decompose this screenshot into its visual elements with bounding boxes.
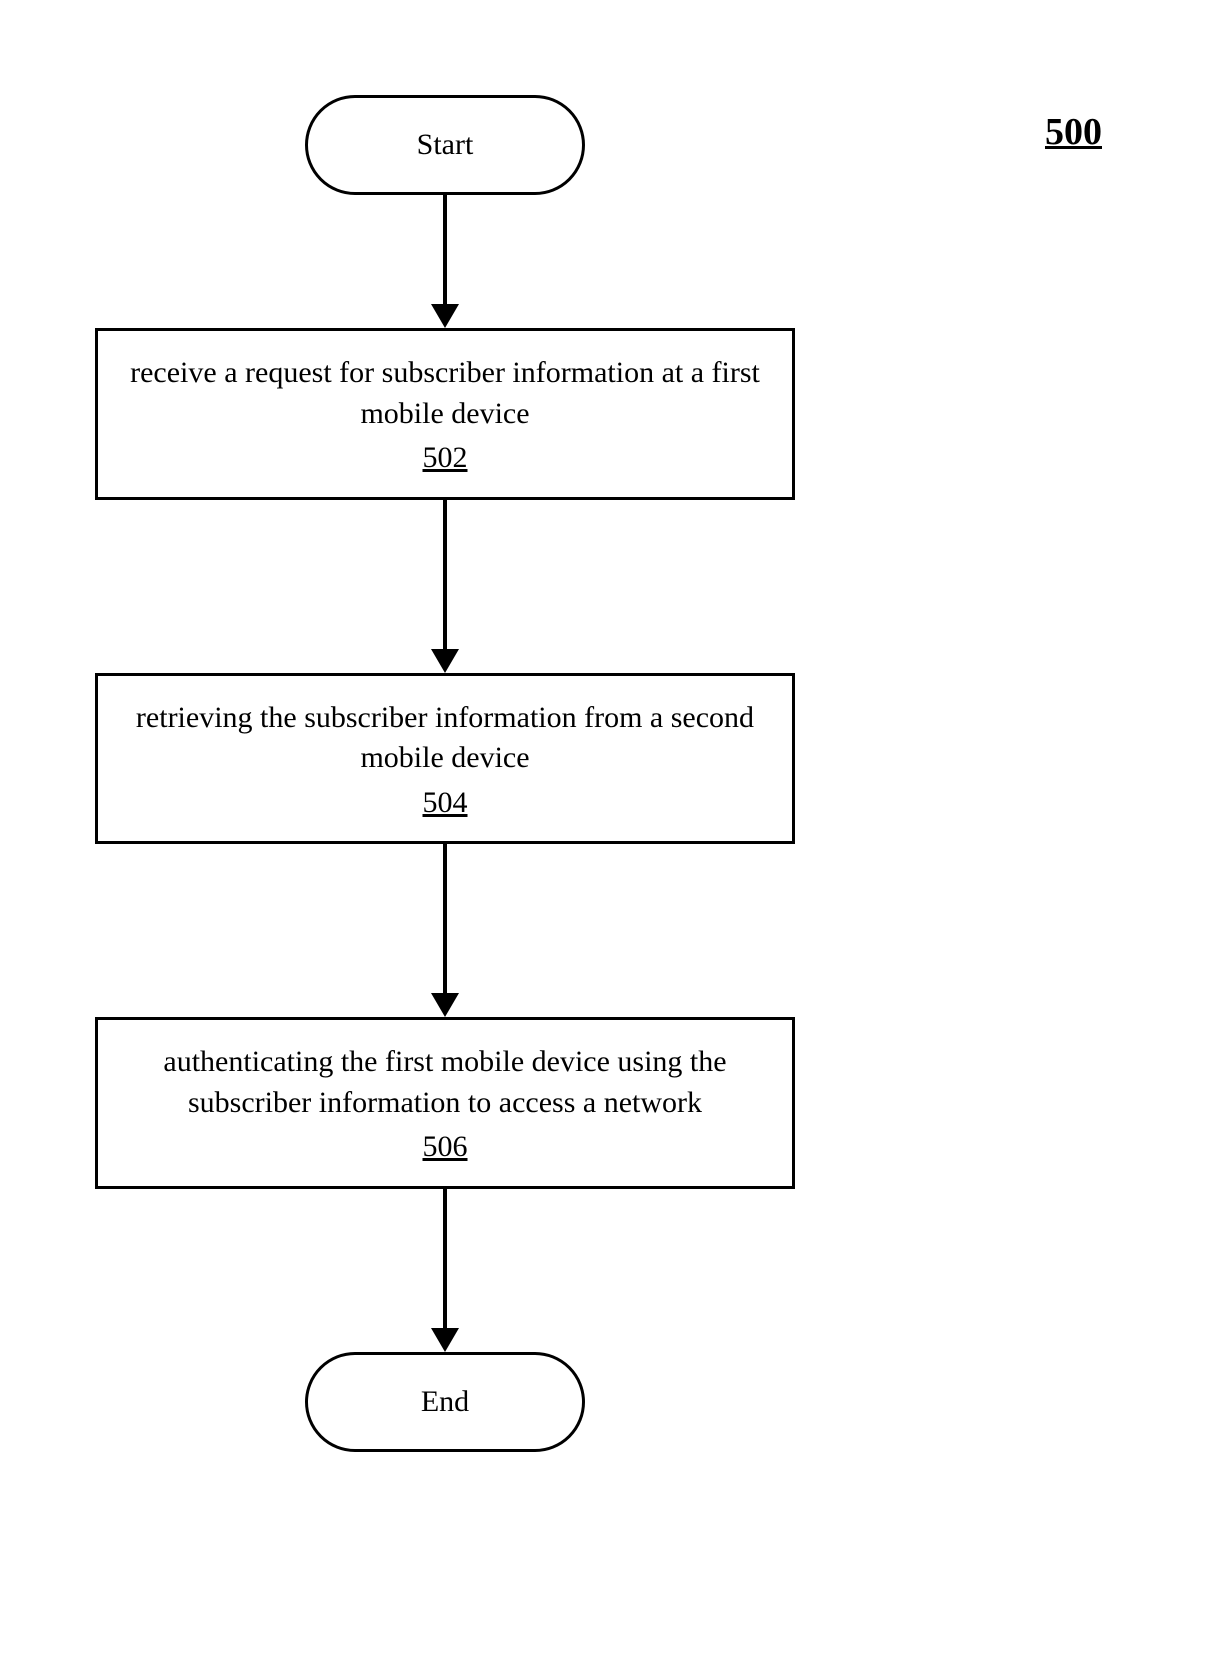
process-step-506: authenticating the first mobile device u… <box>95 1017 795 1189</box>
process-step-504: retrieving the subscriber information fr… <box>95 673 795 845</box>
step-ref: 506 <box>116 1127 774 1168</box>
end-label: End <box>421 1385 469 1419</box>
start-terminal: Start <box>305 95 585 195</box>
arrow-4 <box>431 1189 459 1352</box>
end-terminal: End <box>305 1352 585 1452</box>
arrow-head-icon <box>431 993 459 1017</box>
arrow-line <box>443 844 447 994</box>
step-text: authenticating the first mobile device u… <box>163 1045 726 1119</box>
arrow-line <box>443 1189 447 1329</box>
step-text: retrieving the subscriber information fr… <box>136 701 754 775</box>
arrow-head-icon <box>431 304 459 328</box>
step-ref: 502 <box>116 438 774 479</box>
arrow-head-icon <box>431 1328 459 1352</box>
process-step-502: receive a request for subscriber informa… <box>95 328 795 500</box>
step-text: receive a request for subscriber informa… <box>130 356 760 430</box>
figure-number: 500 <box>1045 110 1102 154</box>
step-ref: 504 <box>116 783 774 824</box>
start-label: Start <box>417 128 474 162</box>
arrow-3 <box>431 844 459 1017</box>
flowchart-container: Start receive a request for subscriber i… <box>95 95 795 1452</box>
arrow-1 <box>431 195 459 328</box>
arrow-2 <box>431 500 459 673</box>
arrow-line <box>443 500 447 650</box>
arrow-line <box>443 195 447 305</box>
arrow-head-icon <box>431 649 459 673</box>
